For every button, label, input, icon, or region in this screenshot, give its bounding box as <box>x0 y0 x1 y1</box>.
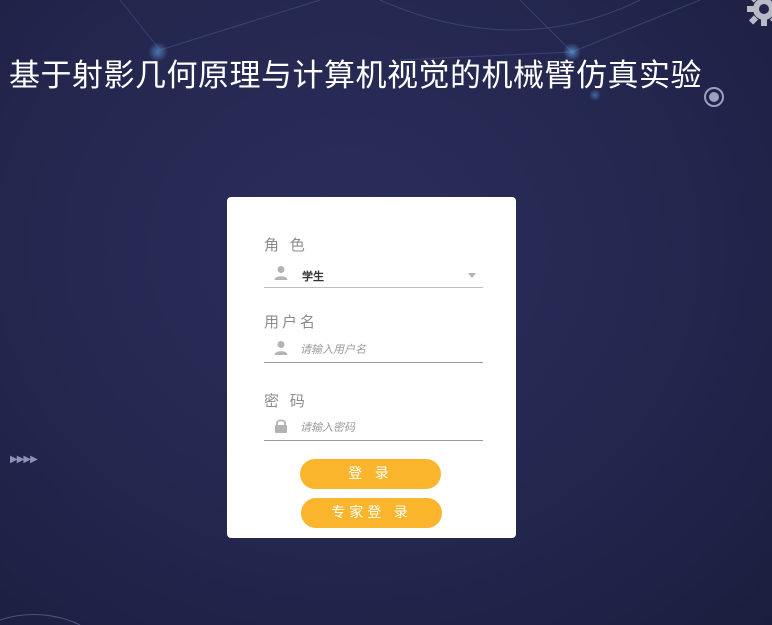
arrows-decoration: ▶▶▶▶ <box>10 454 38 465</box>
chevron-down-icon[interactable] <box>468 273 476 278</box>
lock-icon <box>275 419 287 433</box>
user-icon <box>274 341 288 355</box>
login-card: 角 色 学生 用户名 密 码 登 录 专家登 录 <box>227 197 516 538</box>
role-select[interactable]: 学生 <box>264 263 483 288</box>
user-icon <box>274 266 288 280</box>
role-selected-value: 学生 <box>302 270 324 283</box>
gear-icon <box>747 0 772 26</box>
password-label: 密 码 <box>264 392 308 410</box>
expert-login-button[interactable]: 专家登 录 <box>301 498 442 528</box>
username-input[interactable] <box>300 340 475 358</box>
login-button[interactable]: 登 录 <box>300 459 441 489</box>
role-label: 角 色 <box>264 236 308 254</box>
username-label: 用户名 <box>264 313 319 331</box>
login-page: 基于射影几何原理与计算机视觉的机械臂仿真实验 ▶▶▶▶ 角 色 学生 用户名 密… <box>0 0 772 625</box>
username-field <box>264 338 483 363</box>
password-field <box>264 416 483 441</box>
password-input[interactable] <box>300 418 475 436</box>
page-title: 基于射影几何原理与计算机视觉的机械臂仿真实验 <box>9 58 702 94</box>
